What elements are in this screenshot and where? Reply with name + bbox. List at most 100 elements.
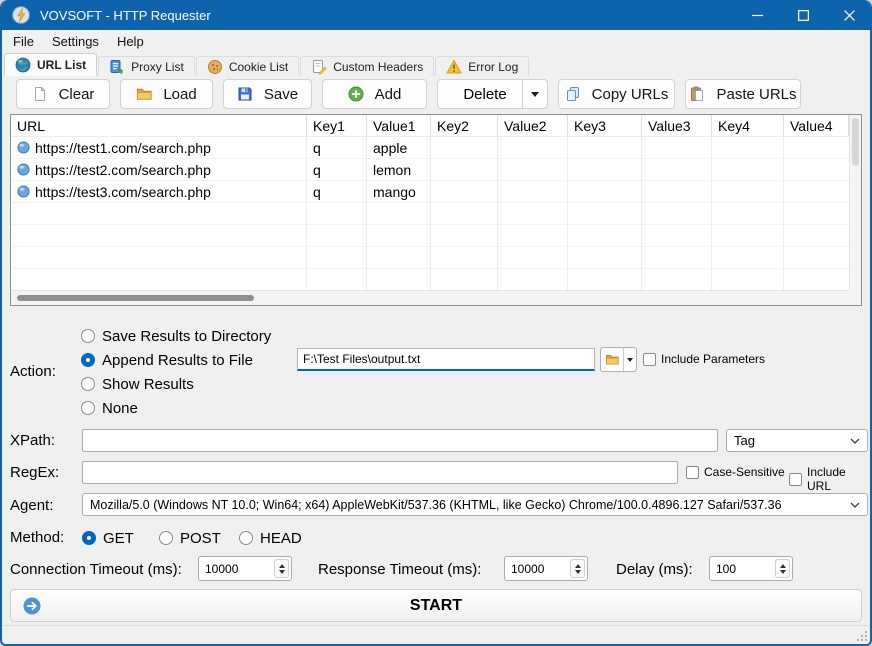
minimize-button[interactable] <box>734 0 780 30</box>
regex-input[interactable] <box>82 461 678 484</box>
spinner-buttons[interactable] <box>570 559 585 578</box>
radio-get[interactable]: GET <box>82 526 134 550</box>
regex-label: RegEx: <box>10 464 59 481</box>
radio-none[interactable]: None <box>81 396 271 420</box>
delay-input[interactable] <box>710 562 775 576</box>
xpath-mode-select[interactable]: Tag <box>726 429 868 452</box>
column-header-key3[interactable]: Key3 <box>568 115 642 136</box>
column-header-url[interactable]: URL <box>11 115 307 136</box>
response-timeout-input[interactable] <box>505 562 570 576</box>
column-header-value1[interactable]: Value1 <box>367 115 431 136</box>
key-cell <box>431 137 498 158</box>
radio-head[interactable]: HEAD <box>239 526 302 550</box>
toolbar: Clear Load Save Add Delete <box>2 76 870 112</box>
value-cell <box>642 181 712 202</box>
start-button[interactable]: START <box>10 589 862 622</box>
output-file-input[interactable] <box>297 348 595 371</box>
delete-split-button: Delete <box>437 79 548 109</box>
menu-settings[interactable]: Settings <box>43 32 108 51</box>
agent-combobox[interactable]: Mozilla/5.0 (Windows NT 10.0; Win64; x64… <box>82 493 868 516</box>
column-header-value3[interactable]: Value3 <box>642 115 712 136</box>
save-button[interactable]: Save <box>223 79 312 109</box>
spin-down-icon <box>780 570 786 574</box>
maximize-button[interactable] <box>780 0 826 30</box>
url-globe-icon <box>17 163 30 176</box>
xpath-input[interactable] <box>82 429 718 452</box>
connection-timeout-input[interactable] <box>199 562 274 576</box>
column-header-key1[interactable]: Key1 <box>307 115 367 136</box>
radio-selected-icon <box>82 531 96 545</box>
radio-show-results[interactable]: Show Results <box>81 372 271 396</box>
copy-urls-button[interactable]: Copy URLs <box>558 79 675 109</box>
column-header-key4[interactable]: Key4 <box>712 115 784 136</box>
value-cell <box>784 181 849 202</box>
copy-icon <box>565 86 582 102</box>
add-button[interactable]: Add <box>322 79 427 109</box>
table-row[interactable]: https://test3.com/search.php q mango <box>11 181 849 203</box>
tab-cookie-list[interactable]: Cookie List <box>196 56 299 76</box>
caret-down-icon <box>531 92 539 97</box>
resize-grip[interactable] <box>857 631 867 641</box>
browse-file-button <box>600 347 637 372</box>
delay-stepper <box>709 556 793 581</box>
spinner-buttons[interactable] <box>775 559 790 578</box>
connection-timeout-label: Connection Timeout (ms): <box>10 561 182 578</box>
plus-circle-icon <box>348 86 365 102</box>
tab-bar: URL List Proxy List Cookie List Custom H… <box>4 52 870 76</box>
table-row[interactable]: https://test1.com/search.php q apple <box>11 137 849 159</box>
key-cell <box>568 137 642 158</box>
start-label: START <box>11 597 861 615</box>
radio-selected-icon <box>81 353 95 367</box>
include-url-checkbox[interactable]: Include URL <box>789 465 870 493</box>
close-button[interactable] <box>826 0 872 30</box>
vertical-scrollbar-thumb[interactable] <box>852 118 859 166</box>
value-cell: apple <box>367 137 431 158</box>
column-header-value4[interactable]: Value4 <box>784 115 849 136</box>
vertical-scrollbar[interactable] <box>849 115 861 290</box>
delete-dropdown-arrow[interactable] <box>522 80 547 108</box>
radio-append-to-file[interactable]: Append Results to File <box>81 348 271 372</box>
include-parameters-checkbox[interactable]: Include Parameters <box>643 352 765 366</box>
menu-help[interactable]: Help <box>108 32 153 51</box>
key-cell <box>568 159 642 180</box>
url-globe-icon <box>17 141 30 154</box>
clear-button[interactable]: Clear <box>16 79 110 109</box>
radio-icon <box>81 329 95 343</box>
load-button[interactable]: Load <box>120 79 213 109</box>
menu-file[interactable]: File <box>4 32 43 51</box>
chevron-down-icon <box>850 438 860 444</box>
tab-proxy-list[interactable]: Proxy List <box>98 56 195 76</box>
key-cell <box>431 181 498 202</box>
table-row[interactable]: https://test2.com/search.php q lemon <box>11 159 849 181</box>
tab-url-list[interactable]: URL List <box>4 53 97 76</box>
radio-save-to-directory[interactable]: Save Results to Directory <box>81 324 271 348</box>
checkbox-icon <box>789 473 802 486</box>
tab-label: Proxy List <box>131 60 184 74</box>
empty-row <box>11 225 849 247</box>
agent-label: Agent: <box>10 497 53 514</box>
delete-button[interactable]: Delete <box>438 80 522 108</box>
url-table-grid: URL Key1 Value1 Key2 Value2 Key3 Value3 … <box>11 115 849 290</box>
spinner-buttons[interactable] <box>274 559 289 578</box>
caret-down-icon <box>627 358 633 362</box>
table-header-row: URL Key1 Value1 Key2 Value2 Key3 Value3 … <box>11 115 849 137</box>
case-sensitive-checkbox[interactable]: Case-Sensitive <box>686 465 785 479</box>
tab-error-log[interactable]: Error Log <box>435 56 529 76</box>
paste-urls-button[interactable]: Paste URLs <box>685 79 801 109</box>
radio-icon <box>239 531 253 545</box>
tab-custom-headers[interactable]: Custom Headers <box>300 56 434 76</box>
horizontal-scrollbar-thumb[interactable] <box>17 295 254 301</box>
folder-icon <box>136 86 153 102</box>
radio-post[interactable]: POST <box>159 526 221 550</box>
column-header-value2[interactable]: Value2 <box>498 115 568 136</box>
value-cell: lemon <box>367 159 431 180</box>
checkbox-icon <box>643 353 656 366</box>
browse-folder-part[interactable] <box>601 348 623 371</box>
browse-dropdown-arrow[interactable] <box>623 348 636 371</box>
url-cell: https://test2.com/search.php <box>11 159 307 180</box>
tab-label: URL List <box>37 58 86 72</box>
radio-icon <box>159 531 173 545</box>
key-cell <box>712 137 784 158</box>
horizontal-scrollbar[interactable] <box>11 290 849 305</box>
column-header-key2[interactable]: Key2 <box>431 115 498 136</box>
